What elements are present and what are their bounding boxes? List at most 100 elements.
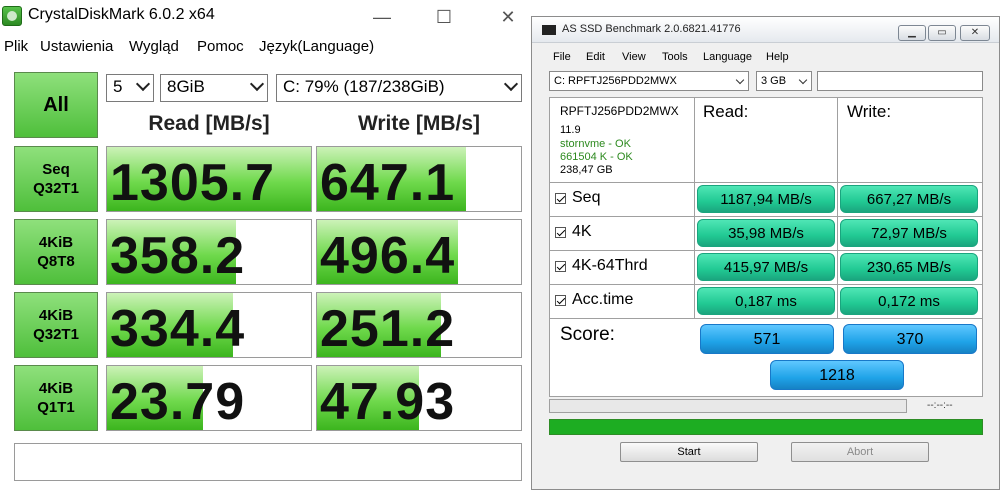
minimize-button[interactable]: —	[362, 3, 402, 31]
comment-field[interactable]	[14, 443, 522, 481]
write-column-header: Write [MB/s]	[357, 112, 481, 135]
write-result-value: 47.93	[320, 373, 456, 431]
test-size-select[interactable]: 8GiB	[160, 74, 268, 102]
menu-wyglad[interactable]: Wygląd	[129, 38, 179, 55]
size-select-value: 3 GB	[761, 75, 787, 87]
menu-pomoc[interactable]: Pomoc	[197, 38, 244, 55]
seq-q32t1-test-button[interactable]: Seq Q32T1	[14, 146, 98, 212]
menu-tools[interactable]: Tools	[662, 51, 688, 63]
chevron-down-icon	[735, 75, 745, 85]
read-result-value: 358.2	[110, 227, 246, 285]
write-result-value: 496.4	[320, 227, 456, 285]
write-result-value: 251.2	[320, 300, 456, 358]
row-label: Acc.time	[572, 291, 634, 308]
drive-select[interactable]: C: RPFTJ256PDD2MWX	[549, 71, 749, 91]
seq-read-result: 1187,94 MB/s	[697, 185, 835, 213]
checkbox-checked-icon[interactable]	[555, 226, 566, 238]
path-input[interactable]	[817, 71, 983, 91]
asssd-window-title: AS SSD Benchmark 2.0.6821.41776	[562, 23, 741, 35]
menu-view[interactable]: View	[622, 51, 646, 63]
menu-language[interactable]: Language	[703, 51, 752, 63]
menu-edit[interactable]: Edit	[586, 51, 605, 63]
acc-time-read-result: 0,187 ms	[697, 287, 835, 315]
seq-checkbox-row[interactable]: Seq	[555, 189, 600, 207]
drive-model: RPFTJ256PDD2MWX	[560, 104, 679, 118]
4k-64thrd-checkbox-row[interactable]: 4K-64Thrd	[555, 257, 648, 275]
chevron-down-icon	[503, 76, 519, 92]
row-label-line1: Seq	[42, 161, 70, 178]
chevron-down-icon	[798, 75, 808, 85]
4kib-q1t1-test-button[interactable]: 4KiB Q1T1	[14, 365, 98, 431]
row-label: 4K-64Thrd	[572, 257, 648, 274]
row-label-line2: Q32T1	[33, 180, 79, 197]
4k-read-result: 35,98 MB/s	[697, 219, 835, 247]
cdm-window-title: CrystalDiskMark 6.0.2 x64	[28, 6, 215, 23]
row-divider	[550, 318, 982, 319]
write-score: 370	[843, 324, 977, 354]
checkbox-checked-icon[interactable]	[555, 294, 566, 306]
read-result-cell: 358.2	[106, 219, 312, 285]
column-divider	[694, 98, 695, 318]
overall-progress-bar	[549, 419, 983, 435]
4k-write-result: 72,97 MB/s	[840, 219, 978, 247]
test-progress-bar	[549, 399, 907, 413]
firmware-version: 11.9	[560, 124, 581, 136]
4k-checkbox-row[interactable]: 4K	[555, 223, 592, 241]
start-button[interactable]: Start	[620, 442, 758, 462]
crystaldiskmark-app-icon	[2, 6, 22, 26]
test-count-select[interactable]: 5	[106, 74, 154, 102]
row-label-line1: 4KiB	[38, 234, 74, 251]
close-button[interactable]: ✕	[488, 3, 528, 31]
menu-jezyk[interactable]: Język(Language)	[259, 38, 374, 55]
cdm-menu-bar: Plik Ustawienia Wygląd Pomoc Język(Langu…	[0, 36, 530, 58]
row-divider	[550, 182, 982, 183]
read-result-cell: 334.4	[106, 292, 312, 358]
test-count-value: 5	[113, 77, 123, 96]
size-select[interactable]: 3 GB	[756, 71, 812, 91]
alignment-status: 661504 K - OK	[560, 151, 633, 163]
write-result-cell: 647.1	[316, 146, 522, 212]
row-label-line1: 4KiB	[38, 307, 74, 324]
acc-time-checkbox-row[interactable]: Acc.time	[555, 291, 633, 309]
4k-64thrd-write-result: 230,65 MB/s	[840, 253, 978, 281]
read-column-header: Read:	[703, 102, 749, 121]
minimize-button[interactable]: ▁	[898, 25, 926, 41]
results-grid: RPFTJ256PDD2MWX 11.9 stornvme - OK 66150…	[549, 97, 983, 397]
row-divider	[550, 284, 982, 285]
menu-ustawienia[interactable]: Ustawienia	[40, 38, 113, 55]
maximize-button[interactable]: ☐	[424, 3, 464, 31]
close-button[interactable]: ✕	[960, 25, 990, 41]
read-score: 571	[700, 324, 834, 354]
checkbox-checked-icon[interactable]	[555, 192, 566, 204]
drive-value: C: 79% (187/238GiB)	[283, 77, 445, 96]
column-divider	[837, 98, 838, 318]
drive-capacity: 238,47 GB	[560, 164, 613, 176]
row-label: Seq	[572, 189, 601, 206]
write-result-value: 647.1	[320, 154, 456, 212]
checkbox-checked-icon[interactable]	[555, 260, 566, 272]
drive-select[interactable]: C: 79% (187/238GiB)	[276, 74, 522, 102]
restore-button[interactable]: ▭	[928, 25, 956, 41]
4k-64thrd-read-result: 415,97 MB/s	[697, 253, 835, 281]
read-result-value: 1305.7	[110, 154, 276, 212]
row-label-line1: 4KiB	[38, 380, 74, 397]
chevron-down-icon	[135, 76, 151, 92]
menu-plik[interactable]: Plik	[4, 38, 28, 55]
as-ssd-app-icon	[542, 25, 556, 35]
total-score: 1218	[770, 360, 904, 390]
abort-button[interactable]: Abort	[791, 442, 929, 462]
4kib-q32t1-test-button[interactable]: 4KiB Q32T1	[14, 292, 98, 358]
all-button[interactable]: All	[14, 72, 98, 138]
test-size-value: 8GiB	[167, 77, 205, 96]
read-result-cell: 1305.7	[106, 146, 312, 212]
row-label-line2: Q32T1	[33, 326, 79, 343]
cdm-title-bar: CrystalDiskMark 6.0.2 x64 — ☐ ✕	[0, 0, 530, 34]
chevron-down-icon	[249, 76, 265, 92]
4kib-q8t8-test-button[interactable]: 4KiB Q8T8	[14, 219, 98, 285]
driver-status: stornvme - OK	[560, 138, 631, 150]
menu-file[interactable]: File	[553, 51, 571, 63]
menu-help[interactable]: Help	[766, 51, 789, 63]
acc-time-write-result: 0,172 ms	[840, 287, 978, 315]
crystaldiskmark-window: CrystalDiskMark 6.0.2 x64 — ☐ ✕ Plik Ust…	[0, 0, 530, 490]
write-result-cell: 47.93	[316, 365, 522, 431]
